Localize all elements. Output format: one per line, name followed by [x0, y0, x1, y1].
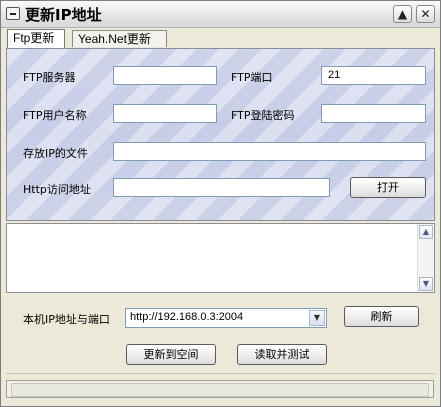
log-textarea[interactable]: ▲ ▼ — [6, 223, 435, 293]
ftp-settings-panel: FTP服务器 FTP端口 21 FTP用户名称 FTP登陆密码 存放IP的文件 … — [6, 48, 435, 221]
ftp-user-input[interactable] — [113, 104, 217, 123]
window-title: 更新IP地址 — [25, 6, 102, 24]
close-button[interactable]: ✕ — [416, 5, 435, 23]
ftp-port-label: FTP端口 — [231, 71, 273, 84]
ftp-port-input[interactable]: 21 — [321, 66, 426, 85]
status-bar — [6, 380, 434, 398]
ftp-password-label: FTP登陆密码 — [231, 109, 295, 122]
local-ip-value: http://192.168.0.3:2004 — [130, 311, 244, 323]
ftp-server-label: FTP服务器 — [23, 71, 76, 84]
update-to-space-button[interactable]: 更新到空间 — [126, 344, 216, 365]
title-bar[interactable]: 更新IP地址 ▲ ✕ — [1, 1, 440, 28]
ftp-server-input[interactable] — [113, 66, 217, 85]
ftp-user-label: FTP用户名称 — [23, 109, 87, 122]
local-ip-label: 本机IP地址与端口 — [23, 313, 110, 326]
log-scrollbar[interactable]: ▲ ▼ — [417, 224, 434, 292]
tab-yeahnet-update[interactable]: Yeah.Net更新IP — [72, 30, 167, 62]
minimize-button[interactable]: ▲ — [393, 5, 412, 23]
open-button[interactable]: 打开 — [350, 177, 426, 198]
local-ip-combobox[interactable]: http://192.168.0.3:2004 ▼ — [125, 308, 327, 328]
status-pane — [11, 383, 429, 397]
scroll-up-icon[interactable]: ▲ — [419, 225, 433, 239]
app-window: 更新IP地址 ▲ ✕ Ftp更新IP Yeah.Net更新IP FTP服务器 F… — [0, 0, 441, 407]
http-address-label: Http访问地址 — [23, 183, 91, 196]
http-address-input[interactable] — [113, 178, 330, 197]
ip-file-label: 存放IP的文件 — [23, 147, 88, 160]
tab-ftp-update[interactable]: Ftp更新IP — [7, 29, 65, 61]
ip-file-input[interactable] — [113, 142, 426, 161]
minimize-icon: ▲ — [397, 7, 408, 21]
system-menu-icon[interactable] — [6, 7, 20, 20]
read-and-test-button[interactable]: 读取并测试 — [237, 344, 327, 365]
dropdown-arrow-icon[interactable]: ▼ — [309, 310, 325, 326]
refresh-button[interactable]: 刷新 — [344, 306, 419, 327]
divider — [6, 373, 435, 374]
scroll-down-icon[interactable]: ▼ — [419, 277, 433, 291]
ftp-password-input[interactable] — [321, 104, 426, 123]
close-icon: ✕ — [420, 7, 431, 21]
